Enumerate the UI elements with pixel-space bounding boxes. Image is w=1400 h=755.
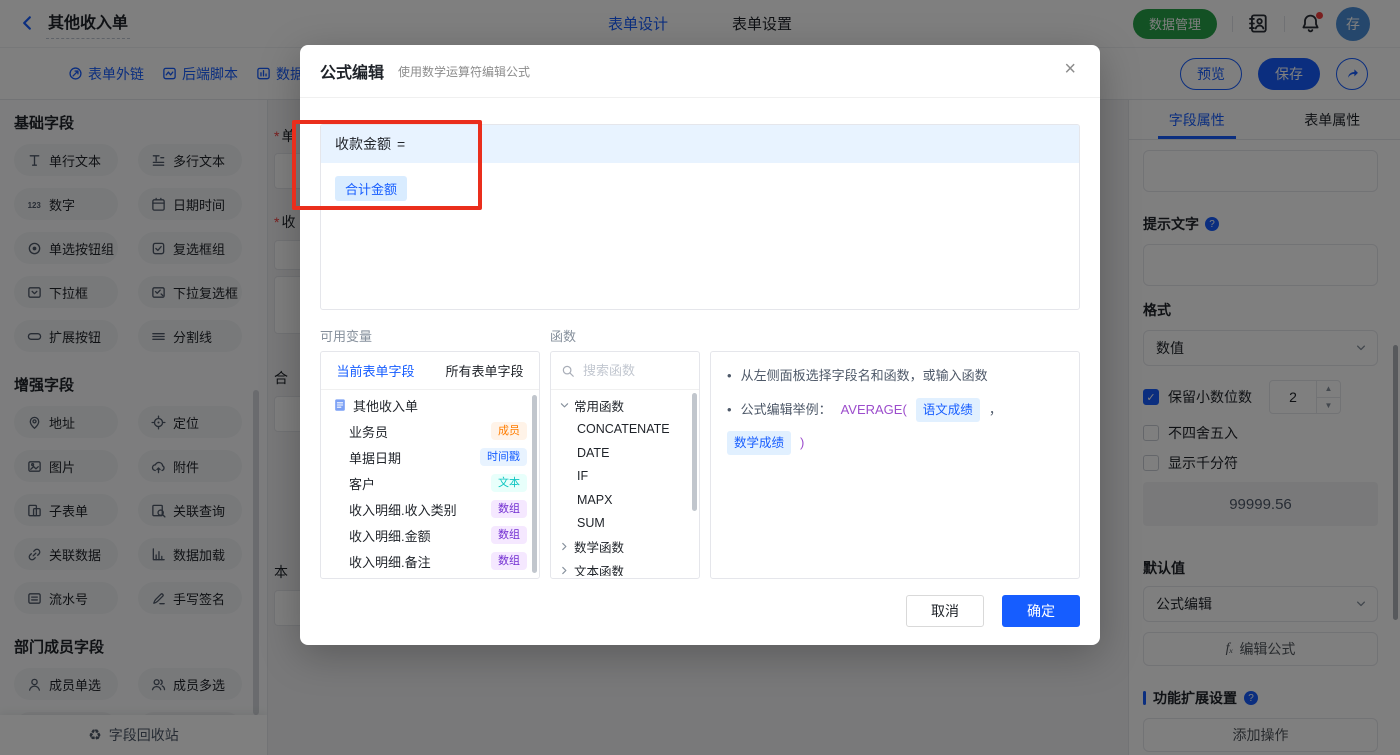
variable-type-badge: 成员 bbox=[491, 422, 527, 440]
function-group[interactable]: 常用函数 bbox=[551, 394, 699, 418]
function-group[interactable]: 文本函数 bbox=[551, 559, 699, 576]
modal-subtitle: 使用数学运算符编辑公式 bbox=[398, 64, 531, 79]
variable-type-badge bbox=[493, 578, 527, 579]
variable-name: 业务员 bbox=[349, 424, 389, 440]
tab-all-form-fields[interactable]: 所有表单字段 bbox=[430, 352, 539, 389]
annotation-highlight bbox=[292, 120, 482, 210]
variable-root-label: 其他收入单 bbox=[353, 398, 419, 414]
example-function-open: AVERAGE( bbox=[840, 402, 907, 417]
modal-title: 公式编辑 bbox=[320, 65, 385, 82]
example-comma: ， bbox=[988, 402, 1002, 417]
function-item[interactable]: SUM bbox=[551, 512, 699, 536]
function-group-label: 数学函数 bbox=[574, 541, 625, 556]
function-group-label: 常用函数 bbox=[574, 400, 625, 415]
variable-type-badge: 数组 bbox=[491, 552, 527, 570]
cancel-button[interactable]: 取消 bbox=[906, 595, 984, 627]
variable-name: 客户 bbox=[349, 476, 376, 492]
tip-text: 从左侧面板选择字段名和函数，或输入函数 bbox=[740, 368, 988, 383]
function-group-label: 文本函数 bbox=[574, 564, 625, 576]
function-item[interactable]: DATE bbox=[551, 441, 699, 465]
variable-item[interactable]: 收入明细.金额 数组 bbox=[321, 522, 539, 548]
example-field-tag: 数学成绩 bbox=[727, 431, 792, 455]
search-input[interactable] bbox=[581, 362, 681, 379]
variable-type-badge: 时间戳 bbox=[480, 448, 527, 466]
function-item[interactable]: CONCATENATE bbox=[551, 418, 699, 442]
variable-item[interactable]: 业务员 成员 bbox=[321, 418, 539, 444]
variable-item[interactable]: 单据日期 时间戳 bbox=[321, 444, 539, 470]
functions-panel: 常用函数 CONCATENATEDATEIFMAPXSUM 数学函数文本函数 bbox=[550, 351, 700, 579]
caret-down-icon bbox=[559, 400, 570, 411]
confirm-button[interactable]: 确定 bbox=[1002, 595, 1080, 627]
variable-name: 单据日期 bbox=[349, 450, 402, 466]
document-icon bbox=[333, 398, 347, 412]
caret-right-icon bbox=[559, 541, 570, 552]
function-item[interactable]: MAPX bbox=[551, 488, 699, 512]
tip-example-prefix: 公式编辑举例： bbox=[740, 402, 832, 417]
variable-item[interactable]: 客户 文本 bbox=[321, 470, 539, 496]
functions-label: 函数 bbox=[550, 329, 577, 344]
variable-item-partial[interactable] bbox=[321, 574, 539, 579]
variable-item[interactable]: 收入明细.收入类别 数组 bbox=[321, 496, 539, 522]
functions-scrollbar[interactable] bbox=[692, 393, 697, 511]
variables-panel: 当前表单字段 所有表单字段 其他收入单 业务员 成员单据日期 时间戳客户 文本收入明细… bbox=[320, 351, 540, 579]
function-group[interactable]: 数学函数 bbox=[551, 535, 699, 559]
function-item[interactable]: IF bbox=[551, 465, 699, 489]
variable-type-badge: 文本 bbox=[491, 474, 527, 492]
search-icon bbox=[561, 364, 575, 378]
function-search[interactable] bbox=[551, 352, 699, 390]
variable-item[interactable]: 收入明细.备注 数组 bbox=[321, 548, 539, 574]
variable-type-badge: 数组 bbox=[491, 500, 527, 518]
bullet: • bbox=[727, 368, 732, 383]
close-icon[interactable]: × bbox=[1064, 59, 1076, 79]
app: 其他收入单 表单设计 表单设置 数据管理 存 表单外链后端脚本数据权 预览 保存… bbox=[0, 0, 1400, 755]
variable-type-badge: 数组 bbox=[491, 526, 527, 544]
variable-name: 收入明细.收入类别 bbox=[349, 502, 457, 518]
variable-name: 收入明细.金额 bbox=[349, 528, 431, 544]
example-function-close: ) bbox=[800, 435, 805, 450]
tips-panel: • 从左侧面板选择字段名和函数，或输入函数 • 公式编辑举例： AVERAGE( 语文成… bbox=[710, 351, 1080, 579]
variables-label: 可用变量 bbox=[320, 329, 373, 344]
tab-current-form-fields[interactable]: 当前表单字段 bbox=[321, 352, 430, 389]
caret-right-icon bbox=[559, 565, 570, 576]
bullet: • bbox=[727, 402, 732, 417]
variable-root[interactable]: 其他收入单 bbox=[321, 392, 539, 418]
variable-name: 收入明细.备注 bbox=[349, 554, 431, 570]
example-field-tag: 语文成绩 bbox=[915, 398, 980, 422]
variables-scrollbar[interactable] bbox=[532, 395, 537, 573]
